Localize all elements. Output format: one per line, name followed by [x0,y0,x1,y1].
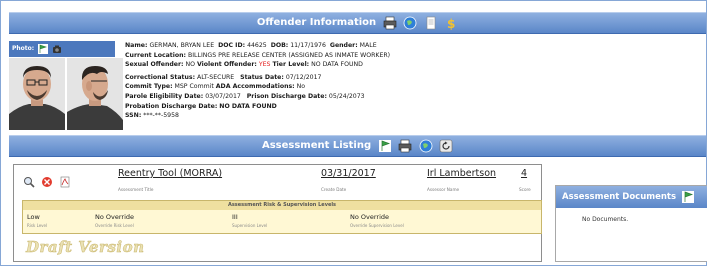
assessment-listing-header: Assessment Listing [9,135,706,157]
printer-icon[interactable] [383,16,397,30]
ada-value: No [296,83,306,91]
offender-page: Offender Information $ Photo: Name: GERM… [0,0,707,266]
dob-label: DOB: [270,42,289,49]
magnifier-icon[interactable] [23,176,35,188]
photo-label-text: Photo: [12,45,35,52]
override-supervision-value: No Override [350,213,390,221]
sex-offender-value: NO [185,61,196,69]
offender-photo-front [9,58,65,130]
details-row-ssn: SSN: ***-**-5958 [125,111,575,121]
refresh-icon[interactable] [439,139,453,153]
no-documents-message: No Documents. [582,216,629,223]
risk-level-label: Risk Level [27,223,48,228]
location-value: BILLINGS PRE RELEASE CENTER (ASSIGNED AS… [187,51,391,59]
dollar-icon[interactable]: $ [444,16,458,30]
assessment-title-link[interactable]: Reentry Tool (MORRA) [118,168,222,179]
document-icon[interactable] [424,16,438,30]
details-row-commit: Commit Type: MSP Commit ADA Accommodatio… [125,82,575,92]
parole-date-label: Parole Eligibility Date: [125,92,204,100]
probation-discharge-label: Probation Discharge Date: [125,102,218,110]
gender-label: Gender: [329,42,358,49]
globe-icon[interactable] [403,16,417,30]
globe-icon[interactable] [419,139,433,153]
correctional-status-label: Correctional Status: [125,73,196,81]
printer-icon[interactable] [398,139,412,153]
violent-offender-label: Violent Offender: [196,61,257,69]
name-label: Name: [125,42,148,49]
probation-discharge-value: NO DATA FOUND [219,102,277,110]
prison-discharge-label: Prison Discharge Date: [246,92,327,100]
risk-level-value: Low [27,213,40,221]
draft-version-watermark: Draft Version [26,238,145,257]
details-row-offender-flags: Sexual Offender: NO Violent Offender: YE… [125,60,575,70]
assessment-score-value: 4 [521,168,528,179]
violent-offender-value: YES [258,61,271,69]
ssn-label: SSN: [125,112,142,120]
assessment-date-label: Create Date [321,187,347,192]
assessment-listing-title: Assessment Listing [261,140,372,151]
override-risk-label: Override Risk Level [95,223,134,228]
risk-supervision-title: Assessment Risk & Supervision Levels [23,201,541,210]
name-value: GERMAN, BRYAN LEE [149,42,215,49]
sex-offender-label: Sexual Offender: [125,61,184,69]
camera-icon[interactable] [52,44,62,54]
add-assessment-flag-icon[interactable] [378,139,392,153]
docid-label: DOC ID: [218,42,246,49]
assessment-row: Reentry Tool (MORRA) Assessment Title 03… [14,165,541,199]
details-row-parole: Parole Eligibility Date: 03/07/2017 Pris… [125,92,575,102]
details-row-status: Correctional Status: ALT-SECURE Status D… [125,73,575,83]
ada-label: ADA Accommodations: [215,83,295,91]
details-row-location: Current Location: BILLINGS PRE RELEASE C… [125,51,575,61]
details-row-identity: Name: GERMAN, BRYAN LEE DOC ID: 44625 DO… [125,41,575,51]
status-date-label: Status Date: [240,73,284,81]
override-risk-value: No Override [95,213,135,221]
assessment-actions [22,171,71,190]
assessment-documents-title: Assessment Documents [562,192,677,202]
offender-details: Name: GERMAN, BRYAN LEE DOC ID: 44625 DO… [125,41,575,121]
supervision-level-value: III [232,213,238,221]
tier-label: Tier Level: [272,61,310,69]
commit-type-value: MSP Commit [174,83,214,91]
prison-discharge-value: 05/24/2073 [328,92,365,100]
assessment-date-value: 03/31/2017 [321,168,376,179]
assessor-name-label: Assessor Name [427,187,460,192]
pdf-document-icon[interactable] [59,176,71,188]
assessment-score-label: Score [519,187,531,192]
correctional-status-value: ALT-SECURE [197,73,235,81]
assessor-name-value: Irl Lambertson [427,168,497,179]
location-label: Current Location: [125,51,187,59]
docid-value: 44625 [247,42,267,49]
tier-value: NO DATA FOUND [311,61,363,69]
assessment-documents-panel: Assessment Documents No Documents. [555,185,707,262]
gender-value: MALE [359,42,377,49]
commit-type-label: Commit Type: [125,83,173,91]
risk-supervision-levels: Assessment Risk & Supervision Levels Low… [22,200,542,234]
svg-text:$: $ [447,17,455,30]
ssn-value: ***-**-5958 [143,112,179,120]
offender-info-header: Offender Information $ [9,12,706,34]
assessment-documents-header: Assessment Documents [556,186,707,208]
assessment-item: Reentry Tool (MORRA) Assessment Title 03… [13,164,542,262]
override-supervision-label: Override Supervision Level [350,223,404,228]
status-date-value: 07/12/2017 [285,73,322,81]
parole-date-value: 03/07/2017 [205,92,241,100]
photo-label: Photo: [9,41,115,57]
details-row-probation: Probation Discharge Date: NO DATA FOUND [125,102,575,112]
offender-photo-profile [67,58,123,130]
assessment-title-label: Assessment Title [118,187,154,192]
flag-upload-icon[interactable] [38,43,49,54]
dob-value: 11/17/1976 [290,42,326,49]
delete-icon[interactable] [41,176,53,188]
supervision-level-label: Supervision Level [232,223,268,228]
add-document-flag-icon[interactable] [682,190,695,203]
offender-info-title: Offender Information [256,17,377,28]
